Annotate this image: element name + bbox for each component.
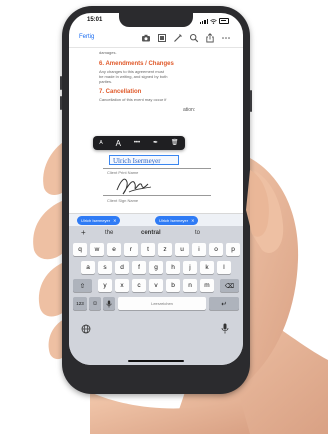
key-h[interactable]: h — [166, 261, 180, 274]
signal-icon — [199, 18, 208, 24]
sign-name-line — [103, 195, 211, 196]
key-q[interactable]: q — [73, 243, 87, 256]
key-g[interactable]: g — [149, 261, 163, 274]
wifi-icon — [210, 18, 217, 24]
key-w[interactable]: w — [90, 243, 104, 256]
markup-icon[interactable] — [173, 33, 183, 43]
search-icon[interactable] — [189, 33, 199, 43]
key-j[interactable]: j — [183, 261, 197, 274]
power-button — [250, 90, 252, 112]
previous-paragraph-tail: damages. — [99, 50, 117, 55]
more-icon[interactable] — [221, 33, 231, 43]
autofill-chip[interactable]: Ulrich Isermeyer ✕ — [77, 216, 121, 225]
key-l[interactable]: l — [217, 261, 231, 274]
key-m[interactable]: m — [200, 279, 214, 292]
share-icon[interactable] — [205, 33, 215, 43]
section-cancellation: 7. Cancellation Cancellation of this eve… — [99, 89, 229, 102]
space-key[interactable]: Leerzeichen — [118, 297, 206, 310]
microphone-key[interactable] — [103, 297, 115, 310]
key-v[interactable]: v — [149, 279, 163, 292]
key-d[interactable]: d — [115, 261, 129, 274]
section-amendments-title: 6. Amendments / Changes — [99, 61, 174, 67]
section-amendments-line: parties. — [99, 79, 113, 84]
close-icon[interactable]: ✕ — [191, 218, 194, 223]
battery-icon — [219, 18, 229, 24]
suggestion[interactable]: to — [195, 230, 200, 236]
key-f[interactable]: f — [132, 261, 146, 274]
key-k[interactable]: k — [200, 261, 214, 274]
section-cancellation-line: Cancellation of this event may occur if — [99, 97, 167, 102]
delete-key[interactable]: ⌫ — [220, 279, 239, 292]
microphone-icon — [106, 300, 112, 307]
key-r[interactable]: r — [124, 243, 138, 256]
key-b[interactable]: b — [166, 279, 180, 292]
section-cancellation-title: 7. Cancellation — [99, 89, 142, 95]
chip-label: Ulrich Isermeyer — [159, 218, 189, 223]
key-z[interactable]: z — [158, 243, 172, 256]
print-name-line — [103, 168, 211, 169]
trash-icon[interactable]: 🗑 — [171, 140, 179, 146]
key-y[interactable]: y — [98, 279, 112, 292]
camera-notch — [119, 13, 193, 27]
plus-icon[interactable]: + — [81, 228, 86, 237]
text-block-icon[interactable] — [157, 33, 167, 43]
signature-text-field[interactable]: Ulrich Isermeyer — [109, 155, 179, 165]
text-small-icon[interactable]: A — [99, 140, 102, 146]
close-icon[interactable]: ✕ — [113, 218, 116, 223]
autofill-chip-bar: Ulrich Isermeyer ✕ Ulrich Isermeyer ✕ — [69, 213, 243, 227]
dictation-microphone-icon[interactable] — [221, 323, 229, 334]
key-e[interactable]: e — [107, 243, 121, 256]
return-key[interactable]: ↵ — [209, 297, 239, 310]
shift-key[interactable]: ⇧ — [73, 279, 92, 292]
smartphone: 15:01 Fertig damages. 6. Amendments / Ch… — [60, 6, 252, 394]
key-n[interactable]: n — [183, 279, 197, 292]
suggestion[interactable]: central — [141, 230, 161, 236]
globe-icon[interactable] — [81, 324, 91, 334]
text-large-icon[interactable]: A — [116, 139, 121, 147]
volume-down-button — [60, 96, 62, 110]
key-t[interactable]: t — [141, 243, 155, 256]
done-button[interactable]: Fertig — [79, 34, 94, 40]
key-o[interactable]: o — [209, 243, 223, 256]
camera-icon[interactable] — [141, 33, 151, 43]
volume-up-button — [60, 76, 62, 90]
autofill-chip[interactable]: Ulrich Isermeyer ✕ — [155, 216, 199, 225]
emoji-key[interactable]: ☺ — [89, 297, 101, 310]
keyboard: + the central to q w e r t z u i o p a s — [69, 226, 243, 365]
key-i[interactable]: i — [192, 243, 206, 256]
client-sign-name-label: Client Sign Name — [107, 198, 139, 203]
suggestion[interactable]: the — [105, 230, 113, 236]
key-c[interactable]: c — [132, 279, 146, 292]
key-a[interactable]: a — [81, 261, 95, 274]
key-u[interactable]: u — [175, 243, 189, 256]
annotation-context-menu: A A ••• ✒ 🗑 — [93, 136, 185, 150]
more-icon[interactable]: ••• — [134, 140, 140, 146]
phone-screen: 15:01 Fertig damages. 6. Amendments / Ch… — [69, 13, 243, 365]
chip-label: Ulrich Isermeyer — [81, 218, 111, 223]
key-s[interactable]: s — [98, 261, 112, 274]
key-x[interactable]: x — [115, 279, 129, 292]
pen-icon[interactable]: ✒ — [153, 140, 158, 146]
emoji-icon: ☺ — [91, 300, 99, 307]
home-indicator — [128, 360, 184, 362]
key-p[interactable]: p — [226, 243, 240, 256]
section-cancellation-tail: ation: — [183, 107, 196, 113]
editor-toolbar: Fertig — [69, 29, 243, 48]
section-amendments: 6. Amendments / Changes Any changes to t… — [99, 61, 229, 84]
photo-stage: 15:01 Fertig damages. 6. Amendments / Ch… — [0, 0, 328, 434]
suggestion-bar: + the central to — [69, 226, 243, 240]
status-time: 15:01 — [87, 17, 103, 23]
numbers-key[interactable]: 123 — [73, 297, 87, 310]
